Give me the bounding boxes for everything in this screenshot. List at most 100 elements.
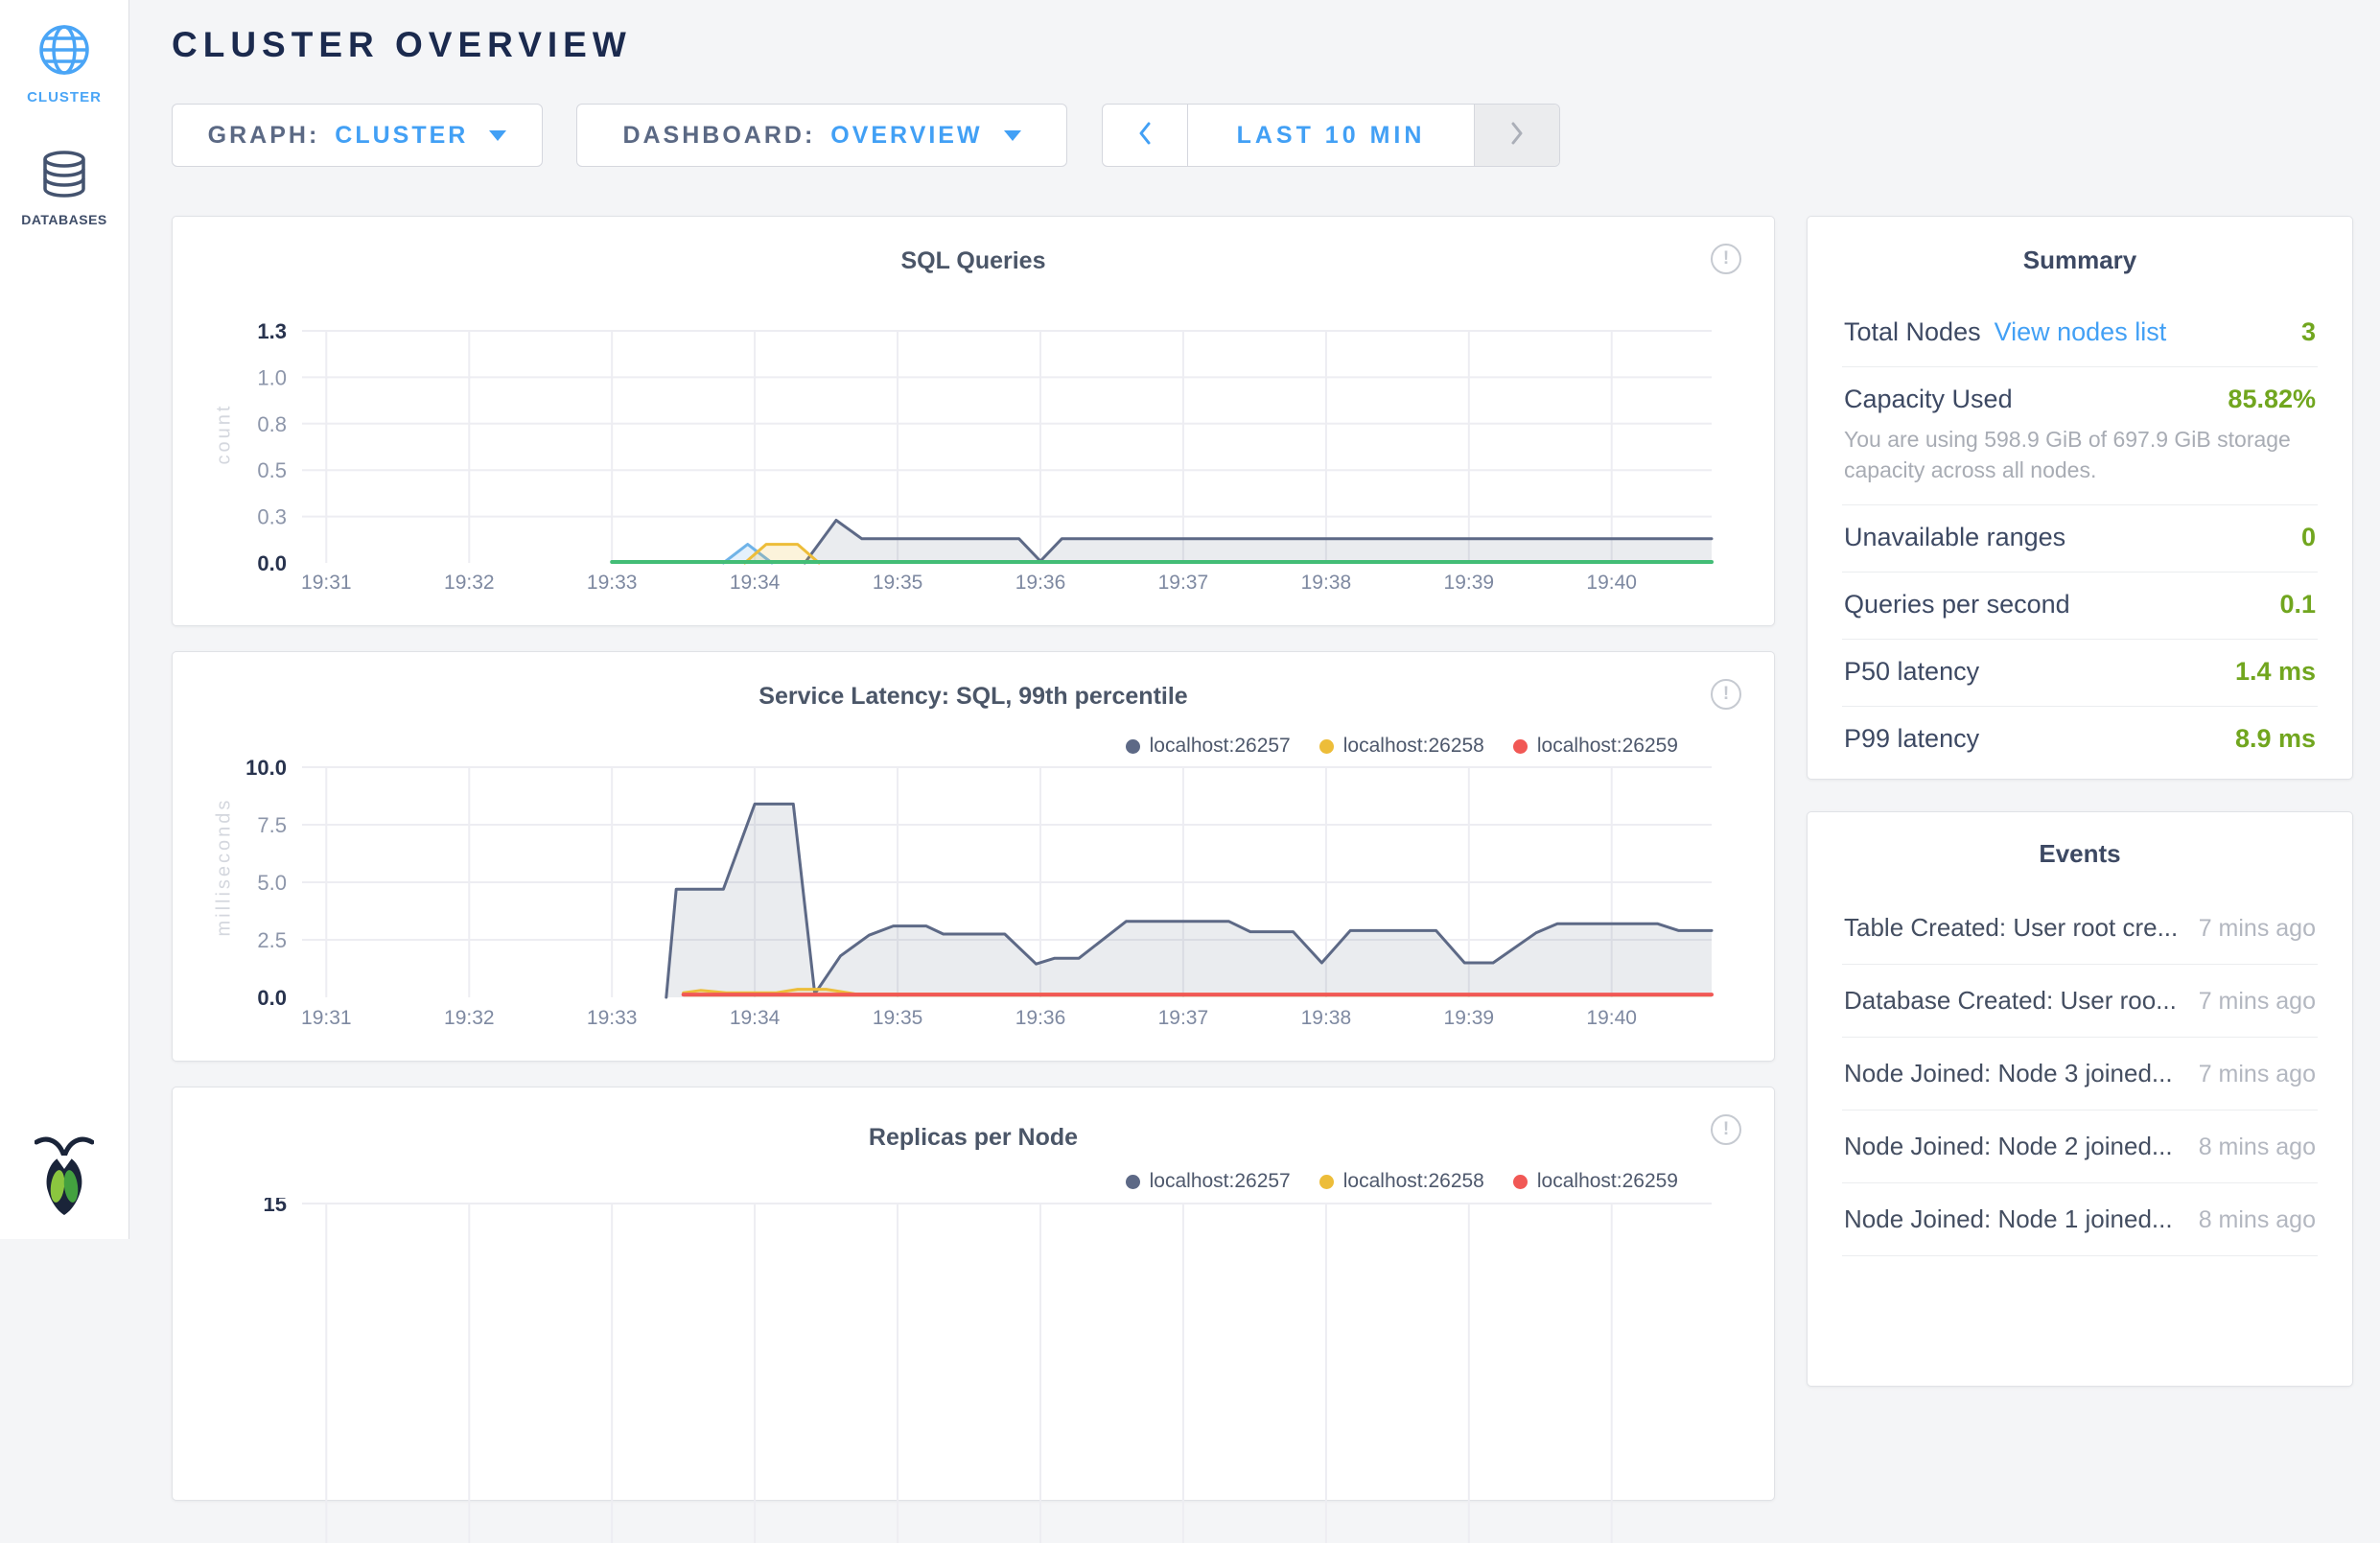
- legend-dot-icon: [1126, 1175, 1140, 1189]
- svg-text:1.0: 1.0: [257, 365, 287, 389]
- svg-text:19:40: 19:40: [1586, 572, 1637, 594]
- service-latency-panel: Service Latency: SQL, 99th percentile ! …: [172, 651, 1775, 1062]
- svg-text:0.8: 0.8: [257, 412, 287, 436]
- event-text: Node Joined: Node 3 joined...: [1844, 1059, 2187, 1088]
- dashboard-dropdown-label: DASHBOARD:: [622, 122, 815, 150]
- graph-dropdown[interactable]: GRAPH: CLUSTER: [172, 104, 543, 167]
- event-time: 8 mins ago: [2199, 1206, 2316, 1234]
- chart-title: Replicas per Node: [173, 1124, 1774, 1152]
- events-panel: Events Table Created: User root cre...7 …: [1807, 811, 2353, 1387]
- summary-row-value: 0.1: [2279, 590, 2316, 620]
- svg-text:19:35: 19:35: [873, 1007, 923, 1029]
- cockroachdb-logo: [35, 1134, 94, 1216]
- svg-text:19:31: 19:31: [301, 572, 352, 594]
- summary-row-value: 3: [2301, 317, 2316, 347]
- svg-text:19:39: 19:39: [1444, 1007, 1495, 1029]
- time-range-selector: LAST 10 MIN: [1102, 104, 1560, 167]
- summary-row-label: Total Nodes: [1844, 317, 1981, 347]
- svg-text:0.0: 0.0: [257, 986, 287, 1010]
- event-time: 7 mins ago: [2199, 915, 2316, 943]
- summary-row: P50 latency1.4 ms: [1842, 640, 2318, 707]
- chevron-down-icon: [489, 130, 506, 141]
- summary-panel: Summary Total Nodes View nodes list 3 Capac…: [1807, 216, 2353, 780]
- svg-text:19:37: 19:37: [1158, 1007, 1209, 1029]
- sidebar-item-label: DATABASES: [0, 212, 128, 227]
- svg-text:10.0: 10.0: [245, 756, 287, 780]
- chevron-down-icon: [1004, 130, 1021, 141]
- event-row: Node Joined: Node 1 joined... 8 mins ago: [1842, 1183, 2318, 1256]
- svg-text:19:40: 19:40: [1586, 1007, 1637, 1029]
- svg-text:0.0: 0.0: [257, 551, 287, 575]
- summary-row-label: Capacity Used: [1844, 385, 2013, 414]
- dashboard-dropdown-value: OVERVIEW: [830, 122, 982, 150]
- event-row: Table Created: User root cre...7 mins ag…: [1842, 892, 2318, 965]
- graph-dropdown-label: GRAPH:: [208, 122, 320, 150]
- svg-text:19:38: 19:38: [1301, 1007, 1352, 1029]
- event-time: 7 mins ago: [2199, 988, 2316, 1016]
- time-range-value[interactable]: LAST 10 MIN: [1188, 105, 1474, 166]
- chevron-left-icon: [1136, 120, 1154, 152]
- svg-text:19:33: 19:33: [587, 1007, 638, 1029]
- sidebar-item-databases[interactable]: DATABASES: [0, 150, 128, 227]
- summary-row-note: You are using 598.9 GiB of 697.9 GiB sto…: [1844, 424, 2316, 485]
- svg-text:19:34: 19:34: [730, 1007, 781, 1029]
- right-column: Summary Total Nodes View nodes list 3 Capac…: [1807, 216, 2353, 1501]
- legend-label: localhost:26257: [1150, 1170, 1291, 1193]
- sql-queries-chart: 19:3119:3219:3319:3419:3519:3619:3719:38…: [173, 313, 1772, 620]
- event-row: Node Joined: Node 2 joined... 8 mins ago: [1842, 1110, 2318, 1183]
- view-nodes-list-link[interactable]: View nodes list: [1995, 317, 2167, 347]
- legend-item: localhost:26257: [1126, 1170, 1291, 1193]
- svg-text:0.3: 0.3: [257, 505, 287, 529]
- chart-title: SQL Queries: [173, 247, 1774, 275]
- chart-title: Service Latency: SQL, 99th percentile: [173, 683, 1774, 711]
- dashboard-dropdown[interactable]: DASHBOARD: OVERVIEW: [576, 104, 1067, 167]
- summary-row: Capacity Used 85.82% You are using 598.9 G…: [1842, 367, 2318, 505]
- summary-row-value: 8.9 ms: [2235, 724, 2316, 754]
- event-row: Node Joined: Node 3 joined... 7 mins ago: [1842, 1038, 2318, 1110]
- legend-label: localhost:26258: [1343, 1170, 1484, 1193]
- svg-text:19:39: 19:39: [1444, 572, 1495, 594]
- svg-text:19:37: 19:37: [1158, 572, 1209, 594]
- legend-label: localhost:26259: [1537, 1170, 1678, 1193]
- svg-text:19:32: 19:32: [444, 572, 495, 594]
- sidebar-item-cluster[interactable]: CLUSTER: [0, 23, 128, 105]
- graph-dropdown-value: CLUSTER: [335, 122, 468, 150]
- svg-text:19:32: 19:32: [444, 1007, 495, 1029]
- svg-text:19:33: 19:33: [587, 572, 638, 594]
- summary-row-value: 85.82%: [2228, 385, 2316, 414]
- svg-text:0.5: 0.5: [257, 458, 287, 482]
- time-range-next-button[interactable]: [1474, 105, 1559, 166]
- svg-text:19:36: 19:36: [1015, 1007, 1066, 1029]
- chart-legend: localhost:26257 localhost:26258 localhost:…: [1097, 1170, 1678, 1193]
- svg-text:15: 15: [264, 1198, 287, 1216]
- charts-column: SQL Queries ! count 19:3119:3219:3319:34…: [172, 216, 1775, 1501]
- globe-icon: [37, 64, 91, 81]
- event-text: Node Joined: Node 1 joined...: [1844, 1204, 2187, 1234]
- summary-row-value: 0: [2301, 523, 2316, 552]
- event-row: Database Created: User roo... 7 mins ago: [1842, 965, 2318, 1038]
- event-text: Database Created: User roo...: [1844, 986, 2187, 1016]
- event-time: 7 mins ago: [2199, 1061, 2316, 1088]
- summary-row: Unavailable ranges0: [1842, 505, 2318, 573]
- summary-rows: Total Nodes View nodes list 3 Capacity Used…: [1842, 300, 2318, 773]
- summary-title: Summary: [1842, 245, 2318, 275]
- summary-row: Total Nodes View nodes list 3: [1842, 300, 2318, 367]
- page-title: CLUSTER OVERVIEW: [172, 25, 2380, 65]
- sidebar-item-label: CLUSTER: [0, 89, 128, 105]
- summary-row-label: P50 latency: [1844, 657, 1979, 687]
- info-icon[interactable]: !: [1711, 1114, 1741, 1145]
- legend-dot-icon: [1319, 1175, 1334, 1189]
- events-title: Events: [1842, 839, 2318, 869]
- event-text: Node Joined: Node 2 joined...: [1844, 1132, 2187, 1161]
- svg-text:19:38: 19:38: [1301, 572, 1352, 594]
- info-icon[interactable]: !: [1711, 679, 1741, 710]
- event-time: 8 mins ago: [2199, 1134, 2316, 1161]
- main-content: CLUSTER OVERVIEW GRAPH: CLUSTER DASHBOAR…: [129, 0, 2380, 1239]
- sql-queries-panel: SQL Queries ! count 19:3119:3219:3319:34…: [172, 216, 1775, 626]
- time-range-prev-button[interactable]: [1103, 105, 1188, 166]
- info-icon[interactable]: !: [1711, 244, 1741, 274]
- summary-row-label: P99 latency: [1844, 724, 1979, 754]
- legend-item: localhost:26258: [1319, 1170, 1484, 1193]
- sidebar: CLUSTER DATABASES: [0, 0, 129, 1239]
- svg-text:19:34: 19:34: [730, 572, 781, 594]
